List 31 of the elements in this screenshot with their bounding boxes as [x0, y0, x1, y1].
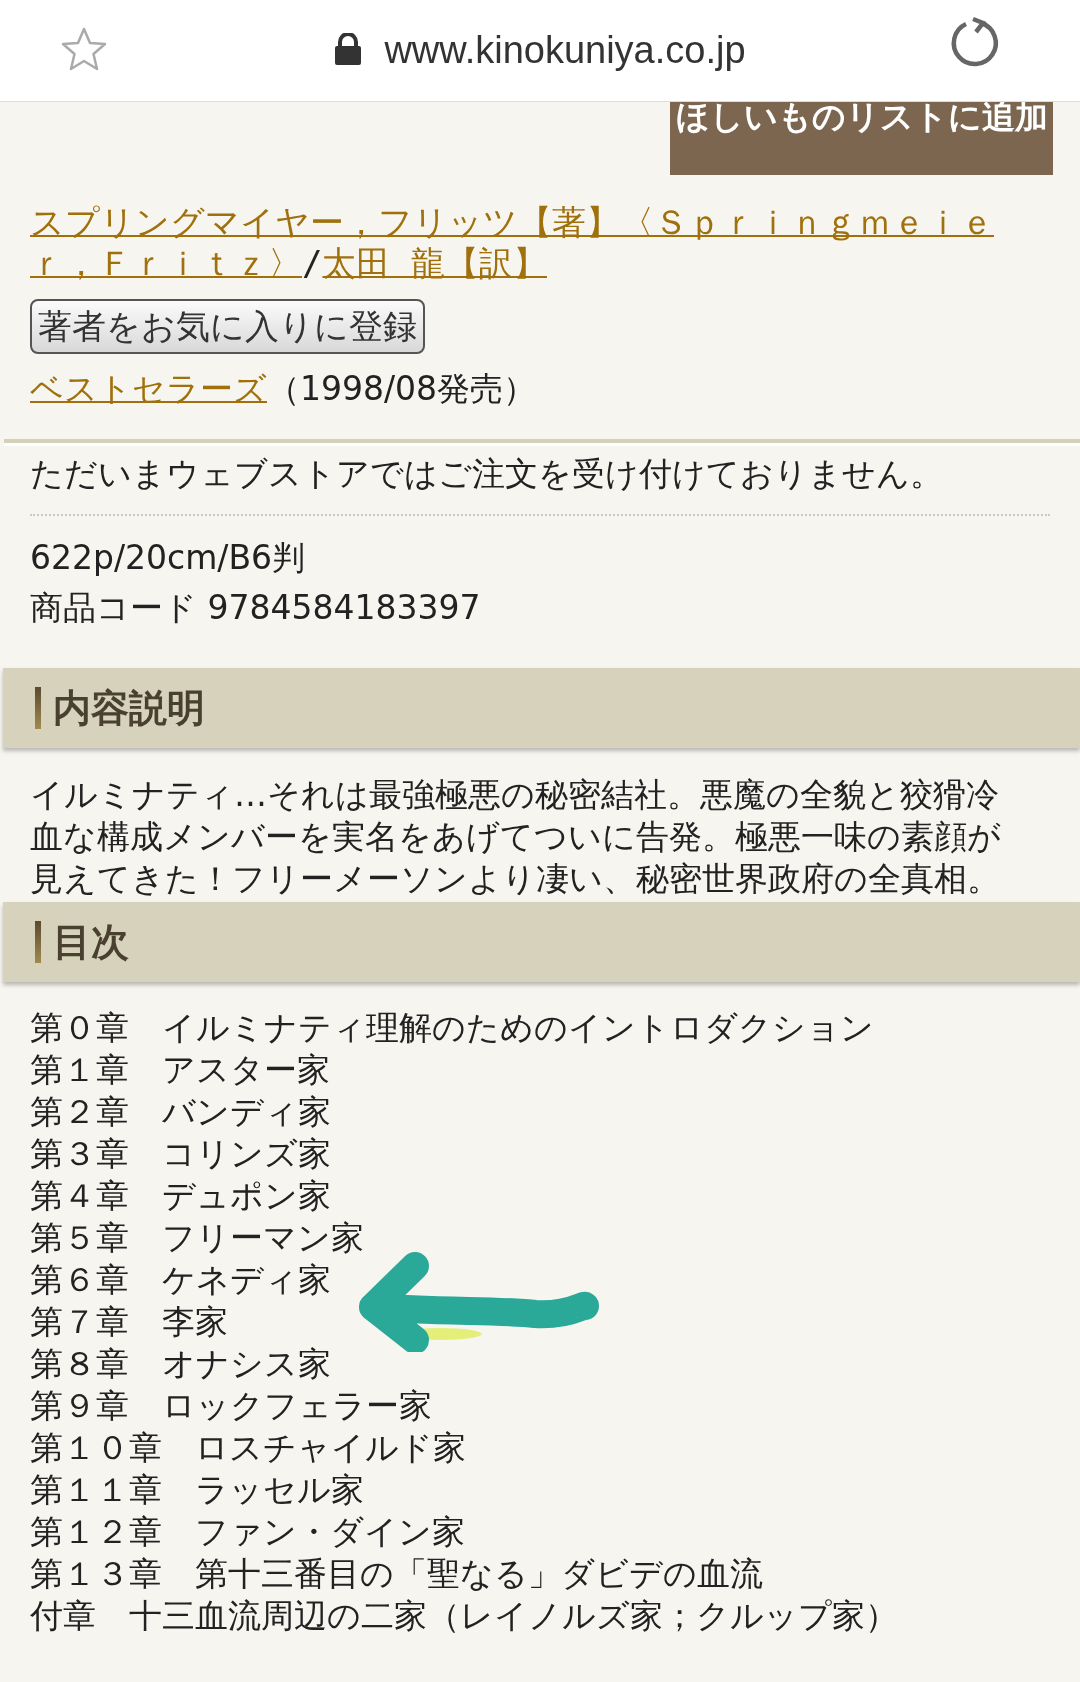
- chapter-text: 付章 十三血流周辺の二家（レイノルズ家；クルップ家）: [30, 1595, 898, 1637]
- chapter-text: 第４章 デュポン家: [30, 1175, 331, 1217]
- release-date: （1998/08発売）: [267, 369, 537, 408]
- chapter-text: 第８章 オナシス家: [30, 1343, 331, 1385]
- author-link[interactable]: スプリングマイヤー，フリッツ【著】〈Ｓｐｒｉｎｇｍｅｉｅ: [30, 202, 994, 242]
- author-link[interactable]: 太田 龍【訳】: [322, 243, 547, 283]
- spec-text: 商品コード 9784584183397: [30, 587, 481, 629]
- chapter-text: 第１２章 ファン・ダイン家: [30, 1511, 465, 1553]
- chapter-text: 第７章 李家: [30, 1301, 228, 1343]
- section-title: 目次: [53, 918, 129, 966]
- description-text: イルミナティ…それは最強極悪の秘密結社。悪魔の全貌と狡猾冷血な構成メンバーを実名をあげてついに告発。極悪一味の素顔が見えてきた！フリーメーソンより凄い、秘密世界政府の全真相。: [30, 774, 1002, 900]
- bookmark-star-icon[interactable]: [60, 26, 108, 72]
- chapter-text: 第２章 バンディ家: [30, 1091, 331, 1133]
- separator-text: /: [302, 243, 323, 283]
- chapter-text: 第５章 フリーマン家: [30, 1217, 364, 1259]
- chapter-text: 第０章 イルミナティ理解のためのイントロダクション: [30, 1007, 874, 1049]
- favorite-author-button[interactable]: 著者をお気に入りに登録: [30, 299, 425, 354]
- chapter-text: 第１０章 ロスチャイルド家: [30, 1427, 466, 1469]
- order-notice: ただいまウェブストアではご注文を受け付けておりません。: [30, 454, 944, 494]
- chapter-text: 第１３章 第十三番目の「聖なる」ダビデの血流: [30, 1553, 763, 1595]
- chapter-text: 第９章 ロックフェラー家: [30, 1385, 432, 1427]
- publisher-link[interactable]: ベストセラーズ: [30, 369, 267, 408]
- wishlist-button[interactable]: ほしいものリストに追加: [670, 102, 1053, 175]
- spec-text: 622p/20cm/B6判: [30, 537, 306, 579]
- chapter-text: 第１１章 ラッセル家: [30, 1469, 364, 1511]
- chapter-text: 第１章 アスター家: [30, 1049, 330, 1091]
- section-title: 内容説明: [53, 684, 205, 732]
- url-text[interactable]: www.kinokuniya.co.jp: [384, 29, 746, 72]
- author-link[interactable]: ｒ，Ｆｒｉｔｚ〉: [30, 243, 302, 283]
- chapter-text: 第６章 ケネディ家: [30, 1259, 331, 1301]
- chapter-text: 第３章 コリンズ家: [30, 1133, 331, 1175]
